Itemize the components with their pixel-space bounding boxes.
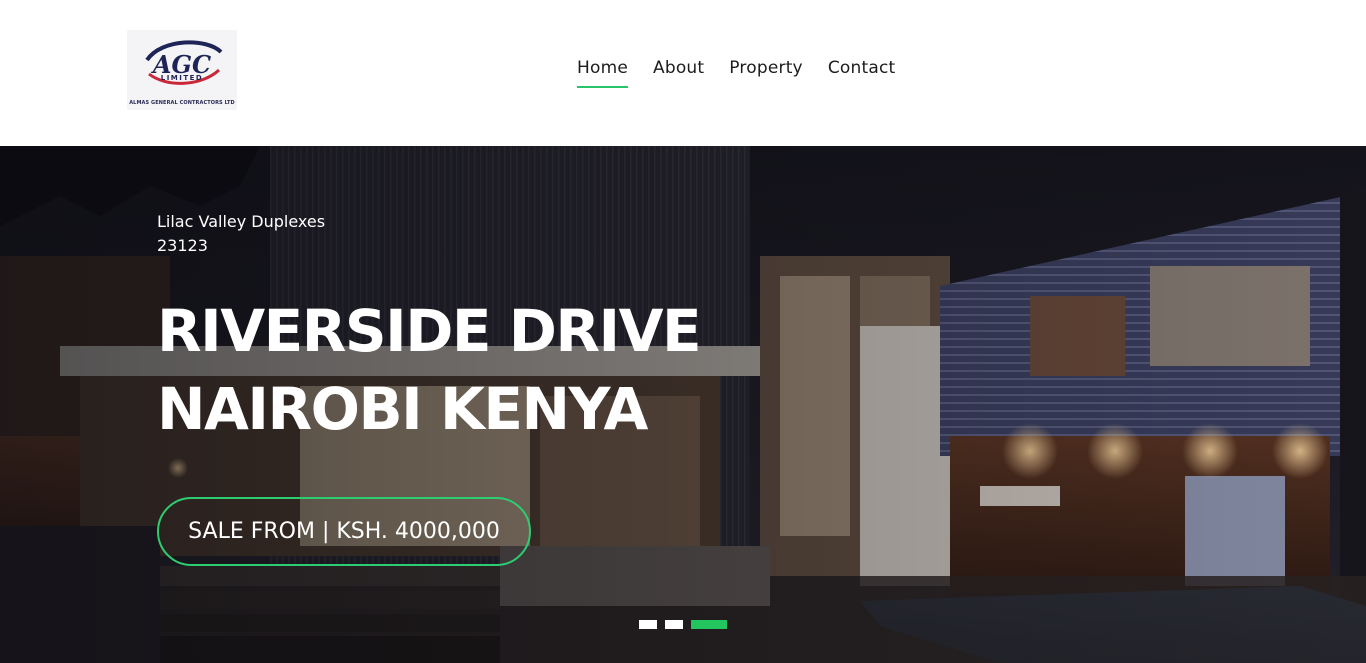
main-nav: Home About Property Contact — [577, 58, 895, 88]
hero-title: RIVERSIDE DRIVE NAIROBI KENYA — [157, 292, 702, 448]
slider-dot-2[interactable] — [665, 620, 683, 629]
logo-emblem-icon: AGC — [145, 40, 223, 85]
hero-title-line2: NAIROBI KENYA — [157, 375, 648, 443]
nav-home[interactable]: Home — [577, 58, 629, 88]
price-button[interactable]: SALE FROM | KSH. 4000,000 — [157, 497, 531, 566]
slider-dot-3[interactable] — [691, 620, 727, 629]
slider-dot-1[interactable] — [639, 620, 657, 629]
site-header: AGC LIMITED ALMAS GENERAL CONTRACTORS LT… — [0, 0, 1366, 146]
nav-property[interactable]: Property — [729, 58, 803, 88]
hero-property-name: Lilac Valley Duplexes — [157, 212, 326, 231]
hero-property-code: 23123 — [157, 236, 208, 255]
slider-pagination — [639, 620, 727, 629]
hero-subtitle: Lilac Valley Duplexes 23123 — [157, 210, 325, 258]
nav-about[interactable]: About — [653, 58, 704, 88]
hero-slider: Lilac Valley Duplexes 23123 RIVERSIDE DR… — [0, 146, 1366, 663]
logo-wordmark: LIMITED — [160, 74, 204, 82]
hero-title-line1: RIVERSIDE DRIVE — [157, 297, 702, 365]
company-logo[interactable]: AGC LIMITED ALMAS GENERAL CONTRACTORS LT… — [127, 30, 237, 110]
logo-caption: ALMAS GENERAL CONTRACTORS LTD — [129, 100, 235, 106]
nav-contact[interactable]: Contact — [828, 58, 896, 88]
